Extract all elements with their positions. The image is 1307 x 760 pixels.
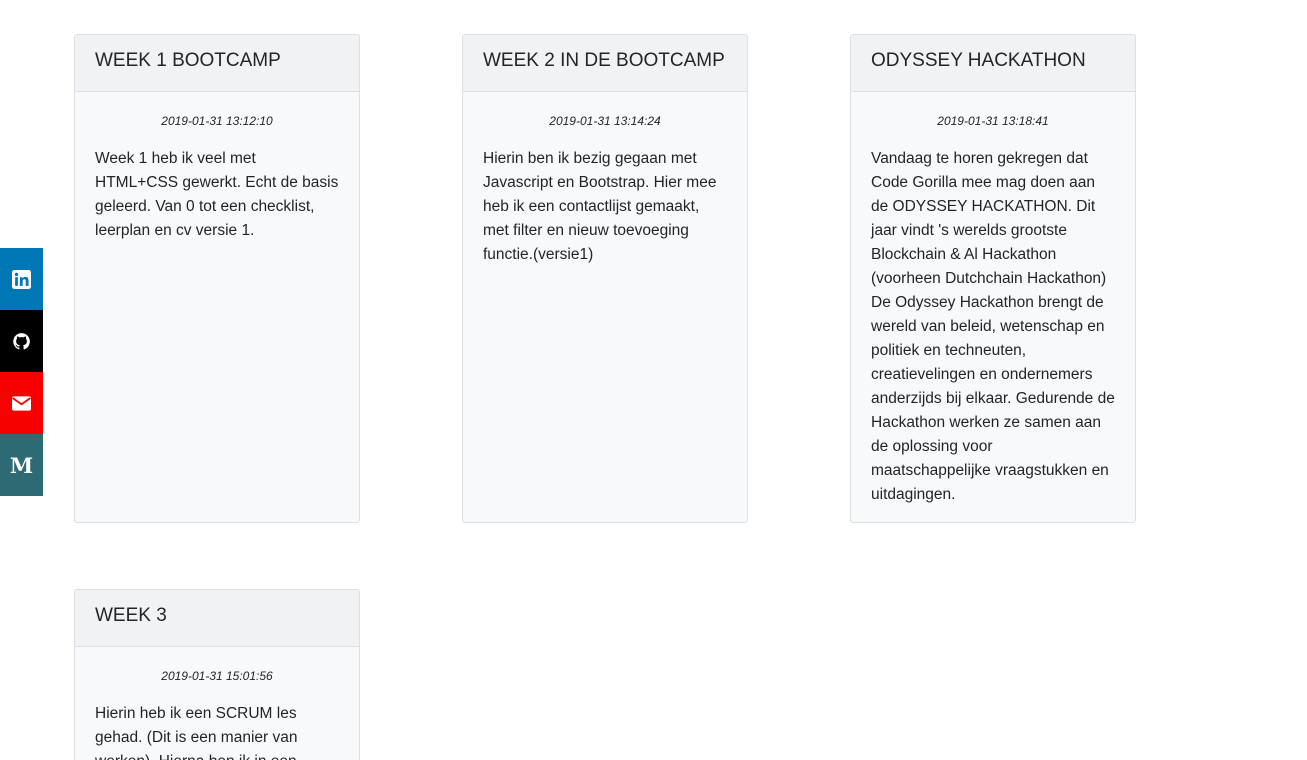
medium-link[interactable]: M (0, 434, 43, 496)
card-text: Vandaag te horen gekregen dat Code Goril… (871, 150, 1115, 503)
card-title: WEEK 3 (95, 605, 167, 626)
card-header: ODYSSEY HACKATHON (851, 35, 1135, 92)
card-title: ODYSSEY HACKATHON (871, 50, 1086, 71)
card-body: 2019-01-31 13:12:10 Week 1 heb ik veel m… (75, 92, 359, 263)
card-header: WEEK 2 IN DE BOOTCAMP (463, 35, 747, 92)
card-text: Hierin heb ik een SCRUM les gehad. (Dit … (95, 705, 298, 760)
card-date: 2019-01-31 13:12:10 (161, 114, 273, 128)
card-body: 2019-01-31 15:01:56 Hierin heb ik een SC… (75, 647, 359, 760)
email-link[interactable] (0, 372, 43, 434)
card-title: WEEK 1 BOOTCAMP (95, 50, 281, 71)
card-date: 2019-01-31 13:18:41 (937, 114, 1049, 128)
blog-card: ODYSSEY HACKATHON 2019-01-31 13:18:41 Va… (850, 34, 1136, 523)
github-link[interactable] (0, 310, 43, 372)
card-title: WEEK 2 IN DE BOOTCAMP (483, 50, 725, 71)
card-body: 2019-01-31 13:18:41 Vandaag te horen gek… (851, 92, 1135, 522)
card-header: WEEK 1 BOOTCAMP (75, 35, 359, 92)
blog-card: WEEK 3 2019-01-31 15:01:56 Hierin heb ik… (74, 589, 360, 760)
card-date: 2019-01-31 13:14:24 (549, 114, 661, 128)
card-date: 2019-01-31 15:01:56 (161, 669, 273, 683)
card-body: 2019-01-31 13:14:24 Hierin ben ik bezig … (463, 92, 747, 287)
blog-card: WEEK 2 IN DE BOOTCAMP 2019-01-31 13:14:2… (462, 34, 748, 523)
medium-icon: M (9, 452, 34, 478)
card-text: Week 1 heb ik veel met HTML+CSS gewerkt.… (95, 150, 339, 239)
blog-card: WEEK 1 BOOTCAMP 2019-01-31 13:12:10 Week… (74, 34, 360, 523)
github-icon (12, 332, 31, 351)
card-text: Hierin ben ik bezig gegaan met Javascrip… (483, 150, 717, 263)
linkedin-icon (12, 269, 31, 289)
social-sidebar: M (0, 248, 43, 496)
envelope-icon (12, 394, 31, 413)
linkedin-link[interactable] (0, 248, 43, 310)
card-header: WEEK 3 (75, 590, 359, 647)
